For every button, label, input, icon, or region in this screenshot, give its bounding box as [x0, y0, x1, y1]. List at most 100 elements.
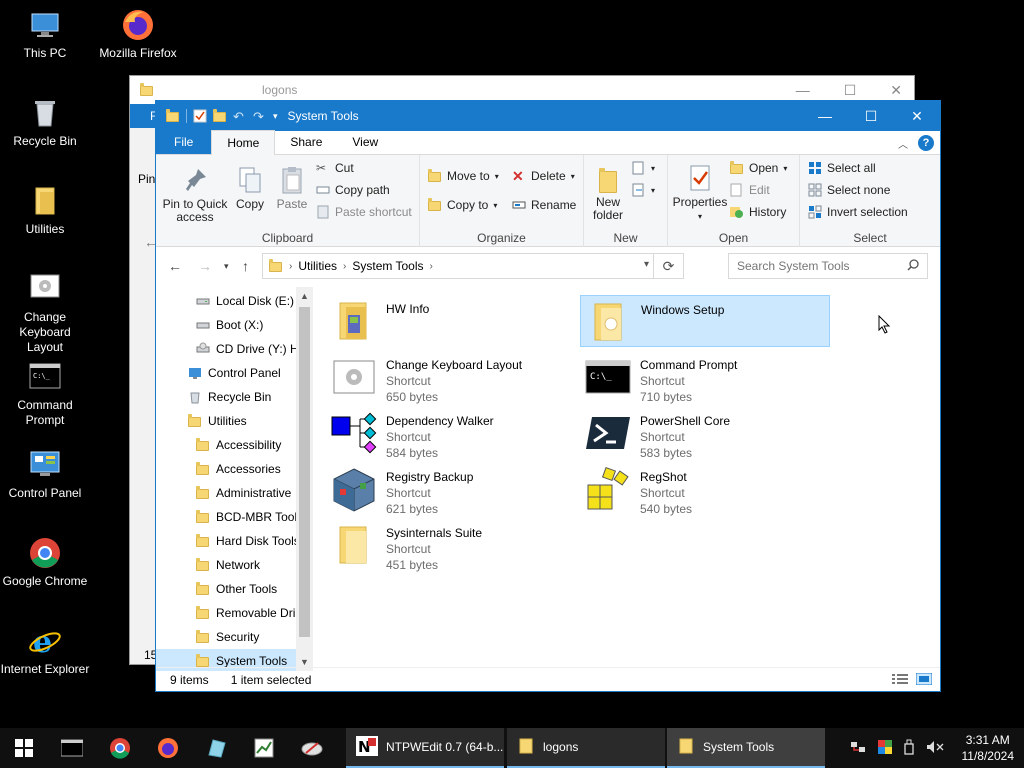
taskbar-app-logons[interactable]: logons — [507, 728, 665, 768]
taskbar-chrome[interactable] — [96, 728, 144, 768]
tab-home[interactable]: Home — [211, 130, 276, 155]
background-window-controls[interactable]: — ☐ ✕ — [796, 82, 902, 99]
taskbar-app-crystal[interactable] — [192, 728, 240, 768]
list-item-powershell-core[interactable]: PowerShell Core Shortcut 583 bytes — [580, 407, 830, 460]
undo-icon[interactable]: ↶ — [233, 109, 247, 124]
recent-locations-button[interactable]: ▾ — [224, 261, 229, 272]
color-tray-icon[interactable] — [877, 739, 892, 757]
copy-button[interactable]: Copy — [232, 165, 268, 211]
search-box[interactable]: Search System Tools — [728, 253, 928, 279]
select-all-button[interactable]: Select all — [808, 161, 876, 175]
nav-item-recycle-bin[interactable]: Recycle Bin — [188, 385, 296, 409]
nav-item-control-panel[interactable]: Control Panel — [188, 361, 296, 385]
tab-share[interactable]: Share — [275, 130, 337, 154]
pin-to-quick-access-button[interactable]: Pin to Quick access — [162, 165, 228, 224]
address-dropdown-icon[interactable]: ▾ — [644, 259, 649, 270]
desktop-icon-recycle-bin[interactable]: Recycle Bin — [0, 96, 90, 149]
list-item-windows-setup[interactable]: Windows Setup — [580, 295, 830, 347]
taskbar-firefox[interactable] — [144, 728, 192, 768]
nav-item-hard-disk-tools[interactable]: Hard Disk Tools — [196, 529, 300, 553]
desktop-icon-change-keyboard-layout[interactable]: Change Keyboard Layout — [0, 272, 90, 355]
properties-button[interactable]: Properties ▾ — [672, 163, 728, 223]
invert-selection-button[interactable]: Invert selection — [808, 205, 908, 219]
list-item-change-keyboard-layout[interactable]: Change Keyboard Layout Shortcut 650 bytes — [326, 351, 576, 404]
scroll-up-icon[interactable]: ▲ — [300, 291, 309, 301]
nav-item-network[interactable]: Network — [196, 553, 296, 577]
nav-item-local-disk-e[interactable]: Local Disk (E:) — [196, 289, 296, 313]
new-item-button[interactable]: ▾ — [632, 161, 655, 175]
taskbar-app-ntpwedit[interactable]: N NTPWEdit 0.7 (64-b... — [346, 728, 504, 768]
nav-item-removable-drives[interactable]: Removable Dri — [196, 601, 296, 625]
paste-button[interactable]: Paste — [274, 165, 310, 211]
clock[interactable]: 3:31 AM 11/8/2024 — [962, 732, 1015, 764]
open-button[interactable]: Open ▾ — [730, 161, 787, 175]
back-button[interactable]: ← — [168, 258, 182, 274]
breadcrumb-system-tools[interactable]: System Tools — [352, 259, 423, 273]
nav-item-utilities[interactable]: Utilities — [188, 409, 296, 433]
background-window-file-tab[interactable]: F — [130, 104, 157, 128]
new-folder-icon[interactable] — [213, 109, 227, 123]
navigation-pane-scrollbar[interactable]: ▲ ▼ — [296, 287, 313, 671]
large-icons-view-icon[interactable] — [915, 672, 933, 688]
edit-button[interactable]: Edit — [730, 183, 770, 197]
easy-access-button[interactable]: ▾ — [632, 183, 655, 197]
window-titlebar[interactable]: ↶ ↷ ▾ System Tools — ☐ ✕ — [156, 101, 940, 131]
volume-muted-icon[interactable] — [926, 740, 944, 757]
nav-item-other-tools[interactable]: Other Tools — [196, 577, 296, 601]
move-to-button[interactable]: Move to ▾ — [428, 169, 499, 183]
desktop-icon-this-pc[interactable]: This PC — [0, 8, 90, 61]
navigation-pane[interactable]: Local Disk (E:) Boot (X:) CD Drive (Y:) … — [156, 287, 312, 671]
desktop-icon-google-chrome[interactable]: Google Chrome — [0, 536, 90, 589]
close-button[interactable]: ✕ — [894, 101, 940, 131]
address-bar[interactable]: › Utilities › System Tools › ▾ ⟳ — [262, 253, 684, 279]
explorer-window[interactable]: ↶ ↷ ▾ System Tools — ☐ ✕ File Home Share… — [155, 100, 941, 692]
minimize-button[interactable]: — — [802, 101, 848, 131]
list-item-registry-backup[interactable]: Registry Backup Shortcut 621 bytes — [326, 463, 576, 516]
file-list[interactable]: HW Info Windows Setup Change Keyboard La… — [326, 287, 936, 671]
desktop-icon-firefox[interactable]: Mozilla Firefox — [93, 8, 183, 61]
breadcrumb-utilities[interactable]: Utilities — [298, 259, 337, 273]
taskbar-app-chart[interactable] — [240, 728, 288, 768]
delete-button[interactable]: ✕ Delete ▾ — [512, 169, 575, 183]
scrollbar-thumb[interactable] — [299, 307, 310, 637]
customize-toolbar-icon[interactable]: ▾ — [273, 111, 278, 122]
scroll-down-icon[interactable]: ▼ — [300, 657, 309, 667]
history-button[interactable]: History — [730, 205, 786, 219]
start-button[interactable] — [0, 728, 48, 768]
tab-file[interactable]: File — [156, 130, 212, 154]
up-button[interactable]: ↑ — [242, 258, 249, 274]
maximize-button[interactable]: ☐ — [848, 101, 894, 131]
list-item-dependency-walker[interactable]: Dependency Walker Shortcut 584 bytes — [326, 407, 576, 460]
usb-tray-icon[interactable] — [903, 739, 914, 758]
refresh-button[interactable]: ⟳ — [653, 254, 683, 278]
copy-path-button[interactable]: Copy path — [316, 183, 390, 197]
nav-item-security[interactable]: Security — [196, 625, 296, 649]
help-icon[interactable]: ? — [918, 135, 934, 151]
desktop-icon-internet-explorer[interactable]: e Internet Explorer — [0, 624, 90, 677]
list-item-command-prompt[interactable]: C:\_ Command Prompt Shortcut 710 bytes — [580, 351, 830, 404]
desktop-icon-control-panel[interactable]: Control Panel — [0, 448, 90, 501]
rename-button[interactable]: Rename — [512, 198, 576, 212]
desktop-icon-command-prompt[interactable]: C:\_ Command Prompt — [0, 360, 90, 428]
desktop-icon-utilities[interactable]: Utilities — [0, 184, 90, 237]
nav-item-administrative[interactable]: Administrative — [196, 481, 296, 505]
new-folder-button[interactable]: New folder — [590, 163, 626, 222]
forward-button[interactable]: → — [198, 258, 212, 274]
nav-item-accessibility[interactable]: Accessibility — [196, 433, 296, 457]
collapse-ribbon-icon[interactable]: ︿ — [898, 136, 908, 151]
nav-item-bcd-mbr-tool[interactable]: BCD-MBR Tool — [196, 505, 297, 529]
taskbar-app-tools[interactable] — [288, 728, 336, 768]
nav-item-cd-drive-y[interactable]: CD Drive (Y:) H — [196, 337, 299, 361]
properties-icon[interactable] — [193, 109, 207, 123]
copy-to-button[interactable]: Copy to ▾ — [428, 198, 497, 212]
network-tray-icon[interactable] — [850, 740, 866, 757]
taskbar-app-system-tools[interactable]: System Tools — [667, 728, 825, 768]
details-view-icon[interactable] — [892, 673, 908, 688]
paste-shortcut-button[interactable]: Paste shortcut — [316, 205, 412, 219]
redo-icon[interactable]: ↷ — [253, 109, 267, 124]
nav-item-boot-x[interactable]: Boot (X:) — [196, 313, 296, 337]
tab-view[interactable]: View — [337, 130, 393, 154]
cut-button[interactable]: ✂ Cut — [316, 161, 354, 175]
select-none-button[interactable]: Select none — [808, 183, 890, 197]
list-item-regshot[interactable]: RegShot Shortcut 540 bytes — [580, 463, 830, 516]
